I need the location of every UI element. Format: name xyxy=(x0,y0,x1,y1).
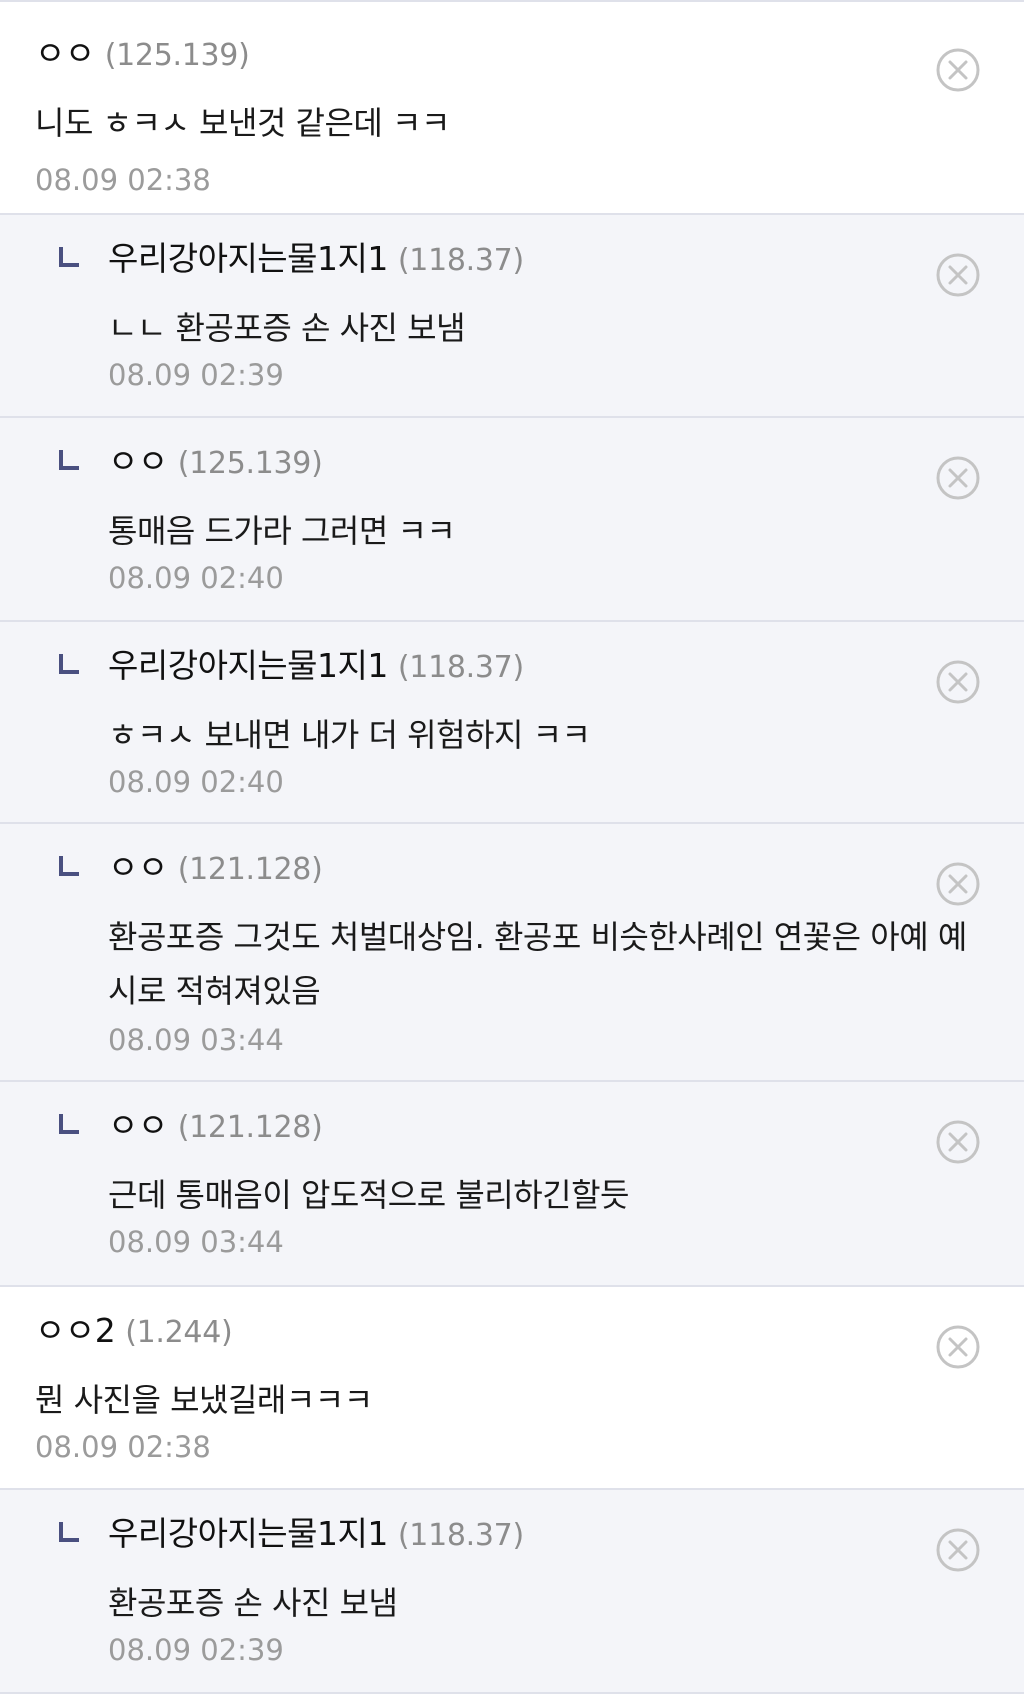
close-circle-icon xyxy=(936,48,980,92)
comment-ip: (118.37) xyxy=(397,1518,524,1553)
comment-timestamp: 08.09 02:38 xyxy=(35,163,211,197)
comment-text: 뭔 사진을 보냈길래ㅋㅋㅋ xyxy=(35,1381,373,1419)
comment-list: ㅇㅇ (125.139) 니도 ㅎㅋㅅ 보낸것 같은데 ㅋㅋ 08.09 02:3… xyxy=(0,0,1024,1694)
close-circle-icon xyxy=(936,1325,980,1369)
comment-timestamp: 08.09 02:40 xyxy=(108,561,284,595)
delete-comment-button[interactable] xyxy=(936,1120,980,1164)
close-circle-icon xyxy=(936,1528,980,1572)
comment-nickname[interactable]: ㅇㅇ xyxy=(108,442,168,481)
reply-arrow-icon xyxy=(59,1114,79,1134)
comment-nickname[interactable]: ㅇㅇ xyxy=(35,34,95,73)
close-circle-icon xyxy=(936,456,980,500)
close-circle-icon xyxy=(936,862,980,906)
comment-text: 통매음 드가라 그러면 ㅋㅋ xyxy=(108,512,456,550)
close-circle-icon xyxy=(936,660,980,704)
comment-text: 환공포증 그것도 처벌대상임. 환공포 비슷한사례인 연꽃은 아예 예시로 적혀… xyxy=(108,918,967,1010)
comment-ip: (121.128) xyxy=(177,1110,323,1145)
comment-meta: ㅇㅇ (125.139) xyxy=(35,32,250,76)
comment-text: ㅎㅋㅅ 보내면 내가 더 위험하지 ㅋㅋ xyxy=(108,716,591,754)
comment-meta: 우리강아지는물1지1 (118.37) xyxy=(108,644,524,688)
comment-ip: (125.139) xyxy=(104,38,250,73)
comment-timestamp: 08.09 02:39 xyxy=(108,358,284,392)
comment-timestamp: 08.09 02:40 xyxy=(108,765,284,799)
comment-ip: (121.128) xyxy=(177,852,323,887)
comment-timestamp: 08.09 02:38 xyxy=(35,1430,211,1464)
delete-comment-button[interactable] xyxy=(936,660,980,704)
comment-item: ㅇㅇ2 (1.244) 뭔 사진을 보냈길래ㅋㅋㅋ 08.09 02:38 xyxy=(0,1287,1024,1490)
comment-text: 환공포증 손 사진 보냄 xyxy=(108,1584,398,1622)
comment-nickname[interactable]: 우리강아지는물1지1 xyxy=(108,1514,388,1553)
reply-arrow-icon xyxy=(59,450,79,470)
comment-item: ㅇㅇ (125.139) 니도 ㅎㅋㅅ 보낸것 같은데 ㅋㅋ 08.09 02:3… xyxy=(0,10,1024,215)
delete-comment-button[interactable] xyxy=(936,253,980,297)
close-circle-icon xyxy=(936,253,980,297)
comment-text: 니도 ㅎㅋㅅ 보낸것 같은데 ㅋㅋ xyxy=(35,104,450,142)
comment-timestamp: 08.09 03:44 xyxy=(108,1225,284,1259)
delete-comment-button[interactable] xyxy=(936,1325,980,1369)
close-circle-icon xyxy=(936,1120,980,1164)
comment-text: 근데 통매음이 압도적으로 불리하긴할듯 xyxy=(108,1176,630,1214)
reply-arrow-icon xyxy=(59,654,79,674)
reply-item: 우리강아지는물1지1 (118.37) 환공포증 손 사진 보냄 08.09 02… xyxy=(0,1490,1024,1694)
comment-meta: ㅇㅇ2 (1.244) xyxy=(35,1309,233,1353)
comment-ip: (118.37) xyxy=(397,243,524,278)
comment-meta: ㅇㅇ (121.128) xyxy=(108,846,323,890)
comment-ip: (1.244) xyxy=(125,1315,233,1350)
comment-timestamp: 08.09 03:44 xyxy=(108,1023,284,1057)
delete-comment-button[interactable] xyxy=(936,48,980,92)
comment-text: ㄴㄴ 환공포증 손 사진 보냄 xyxy=(108,309,466,347)
reply-arrow-icon xyxy=(59,856,79,876)
comment-timestamp: 08.09 02:39 xyxy=(108,1633,284,1667)
reply-item: ㅇㅇ (121.128) 환공포증 그것도 처벌대상임. 환공포 비슷한사례인 연… xyxy=(0,824,1024,1082)
reply-arrow-icon xyxy=(59,1522,79,1542)
comment-meta: 우리강아지는물1지1 (118.37) xyxy=(108,237,524,281)
comment-meta: ㅇㅇ (125.139) xyxy=(108,440,323,484)
comment-nickname[interactable]: 우리강아지는물1지1 xyxy=(108,646,388,685)
comment-nickname[interactable]: ㅇㅇ xyxy=(108,848,168,887)
comment-nickname[interactable]: ㅇㅇ xyxy=(108,1106,168,1145)
reply-item: 우리강아지는물1지1 (118.37) ㄴㄴ 환공포증 손 사진 보냄 08.09… xyxy=(0,215,1024,418)
delete-comment-button[interactable] xyxy=(936,1528,980,1572)
comment-nickname[interactable]: ㅇㅇ2 xyxy=(35,1311,116,1350)
reply-item: 우리강아지는물1지1 (118.37) ㅎㅋㅅ 보내면 내가 더 위험하지 ㅋㅋ … xyxy=(0,622,1024,824)
comment-meta: ㅇㅇ (121.128) xyxy=(108,1104,323,1148)
comment-meta: 우리강아지는물1지1 (118.37) xyxy=(108,1512,524,1556)
comment-ip: (118.37) xyxy=(397,650,524,685)
comment-nickname[interactable]: 우리강아지는물1지1 xyxy=(108,239,388,278)
reply-arrow-icon xyxy=(59,247,79,267)
reply-item: ㅇㅇ (125.139) 통매음 드가라 그러면 ㅋㅋ 08.09 02:40 xyxy=(0,418,1024,622)
delete-comment-button[interactable] xyxy=(936,456,980,500)
reply-item: ㅇㅇ (121.128) 근데 통매음이 압도적으로 불리하긴할듯 08.09 0… xyxy=(0,1082,1024,1287)
comment-ip: (125.139) xyxy=(177,446,323,481)
delete-comment-button[interactable] xyxy=(936,862,980,906)
